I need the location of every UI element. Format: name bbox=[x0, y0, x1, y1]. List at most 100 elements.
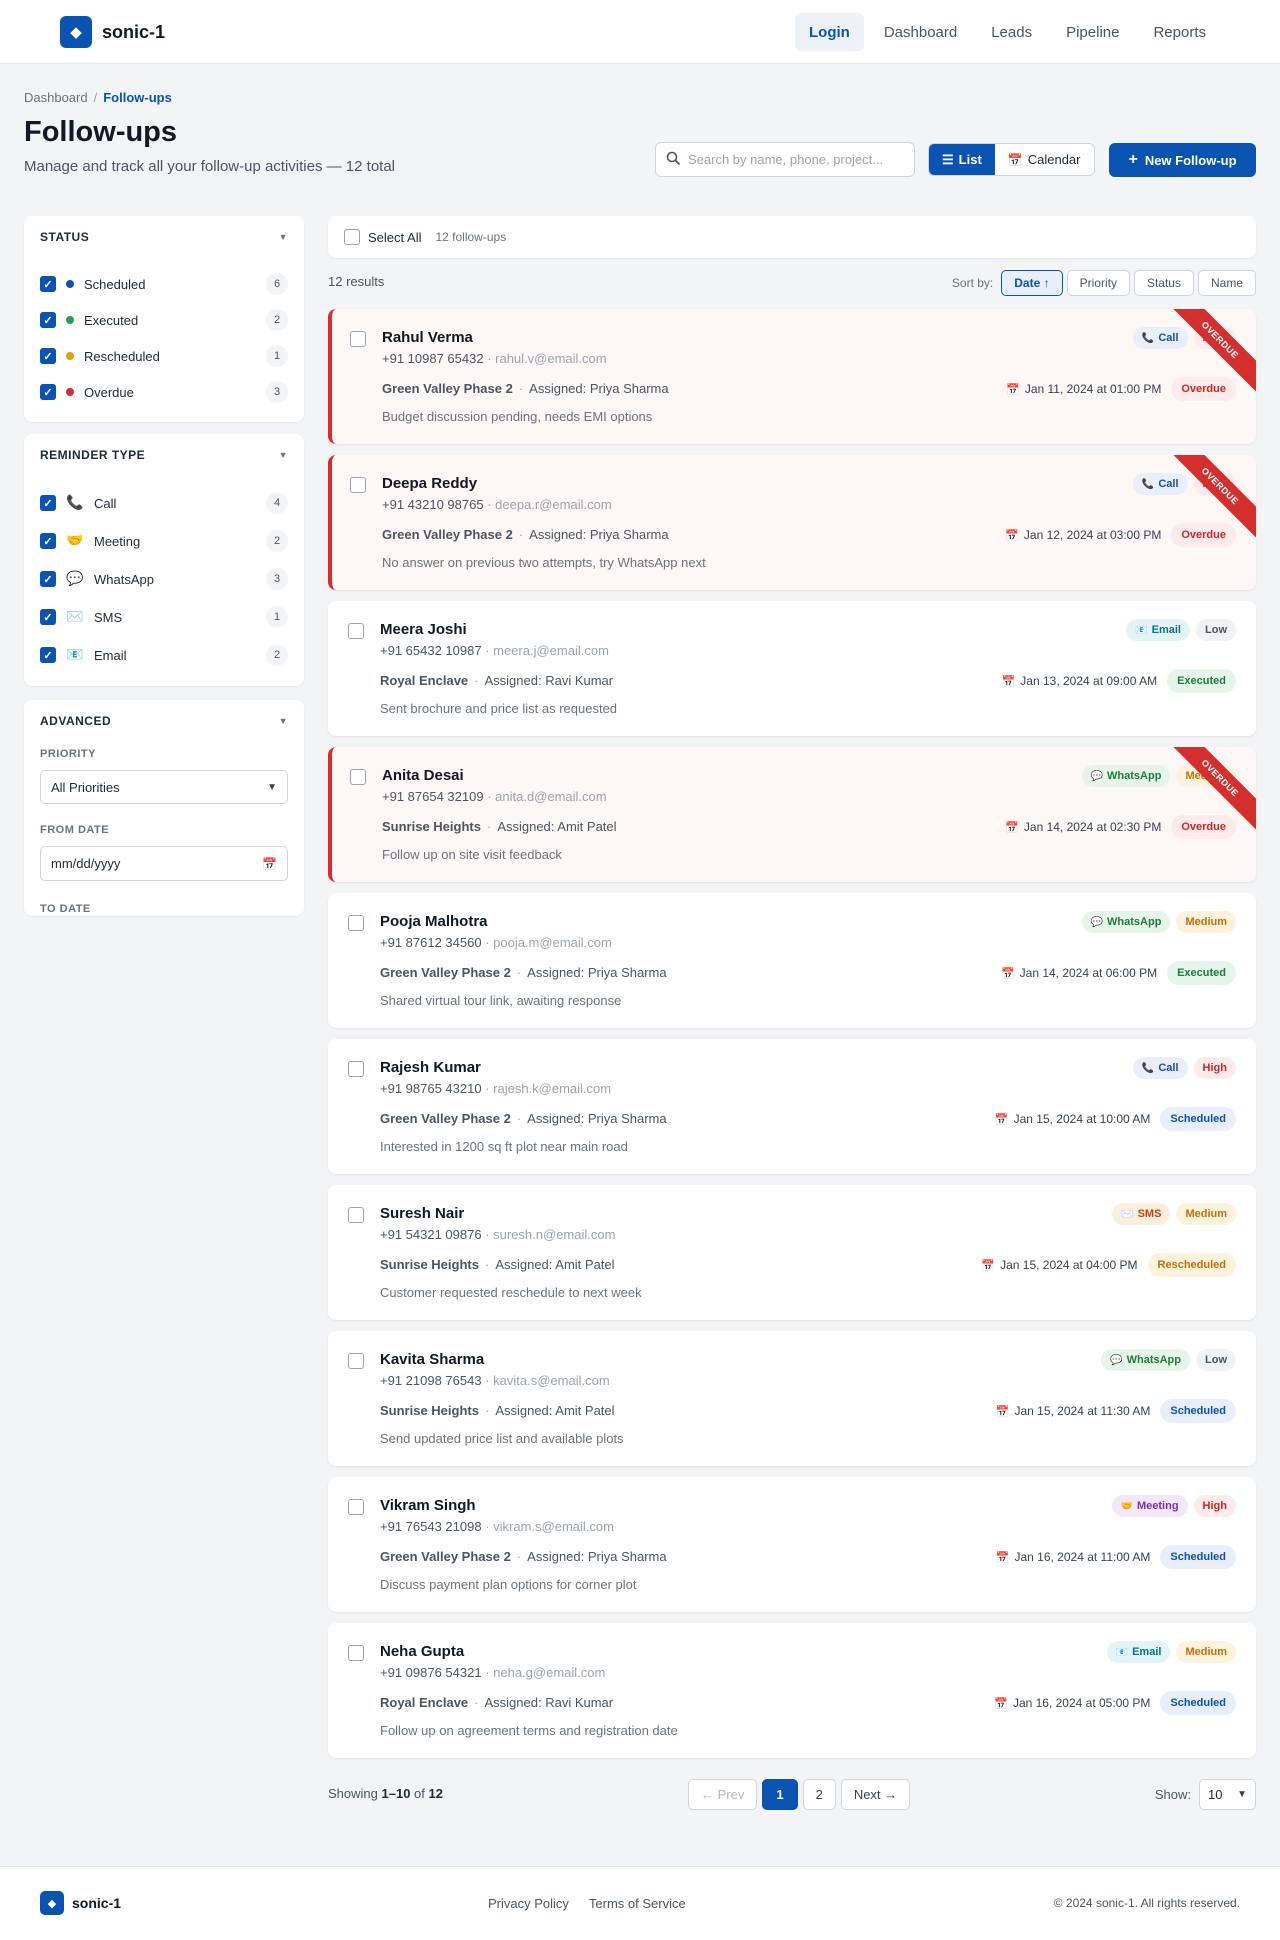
checkbox-checked-icon[interactable]: ✓ bbox=[40, 384, 56, 400]
from-date-label: FROM DATE bbox=[40, 824, 110, 836]
card-tags: 📧 Email Low bbox=[1126, 619, 1236, 641]
calendar-icon: 📅 bbox=[1006, 382, 1020, 396]
checkbox-checked-icon[interactable]: ✓ bbox=[40, 348, 56, 364]
page-size-select[interactable]: 10 ▼ bbox=[1199, 1779, 1256, 1810]
status-filter-panel: STATUS ▼ ✓ Scheduled 6 ✓ Executed 2 ✓ Re… bbox=[24, 216, 304, 422]
page-title: Follow-ups bbox=[24, 116, 178, 148]
calendar-icon: 📅 bbox=[1005, 528, 1019, 542]
filter-status-overdue[interactable]: ✓ Overdue 3 bbox=[24, 374, 304, 410]
from-date-placeholder: mm/dd/yyyy bbox=[51, 856, 121, 871]
status-filter-header[interactable]: STATUS ▼ bbox=[24, 216, 304, 258]
logo-icon: ◆ bbox=[40, 1891, 64, 1915]
calendar-icon: 📅 bbox=[981, 1258, 996, 1272]
nav-dashboard[interactable]: Dashboard bbox=[870, 13, 971, 51]
card-tags: 🤝 Meeting High bbox=[1111, 1495, 1236, 1517]
followup-card[interactable]: Pooja Malhotra +91 87612 34560 · pooja.m… bbox=[328, 893, 1256, 1028]
filter-status-rescheduled[interactable]: ✓ Rescheduled 1 bbox=[24, 338, 304, 374]
sort-name-button[interactable]: Name bbox=[1197, 270, 1256, 296]
card-checkbox[interactable] bbox=[348, 915, 364, 931]
advanced-filter-header[interactable]: ADVANCED ▼ bbox=[24, 700, 304, 742]
checkbox-checked-icon[interactable]: ✓ bbox=[40, 276, 56, 292]
checkbox-checked-icon[interactable]: ✓ bbox=[40, 312, 56, 328]
followup-card[interactable]: Meera Joshi +91 65432 10987 · meera.j@em… bbox=[328, 601, 1256, 736]
privacy-policy-link[interactable]: Privacy Policy bbox=[488, 1896, 569, 1911]
project-name: Sunrise Heights bbox=[380, 1403, 479, 1418]
followup-card[interactable]: Rajesh Kumar +91 98765 43210 · rajesh.k@… bbox=[328, 1039, 1256, 1174]
contact-info: +91 43210 98765 · deepa.r@email.com bbox=[382, 497, 612, 512]
nav-login[interactable]: Login bbox=[795, 13, 864, 51]
filter-label: Scheduled bbox=[84, 276, 146, 292]
breadcrumb-dashboard[interactable]: Dashboard bbox=[24, 90, 88, 105]
priority-select[interactable]: All Priorities ▼ bbox=[40, 770, 288, 804]
card-checkbox[interactable] bbox=[350, 331, 366, 347]
followup-card[interactable]: Deepa Reddy +91 43210 98765 · deepa.r@em… bbox=[328, 455, 1256, 590]
card-checkbox[interactable] bbox=[350, 477, 366, 493]
followup-card[interactable]: Rahul Verma +91 10987 65432 · rahul.v@em… bbox=[328, 309, 1256, 444]
page-button-1[interactable]: 1 bbox=[762, 1779, 798, 1810]
next-page-button[interactable]: Next → bbox=[840, 1779, 911, 1810]
prev-page-button[interactable]: ← Prev bbox=[688, 1779, 758, 1810]
top-navbar: ◆ sonic-1 Login Dashboard Leads Pipeline… bbox=[0, 0, 1280, 64]
new-followup-button[interactable]: + New Follow-up bbox=[1109, 143, 1256, 177]
followup-card[interactable]: Vikram Singh +91 76543 21098 · vikram.s@… bbox=[328, 1477, 1256, 1612]
sort-status-button[interactable]: Status bbox=[1133, 270, 1194, 296]
sort-priority-button[interactable]: Priority bbox=[1066, 270, 1130, 296]
filter-status-executed[interactable]: ✓ Executed 2 bbox=[24, 302, 304, 338]
priority-badge: High bbox=[1193, 1495, 1236, 1517]
terms-of-service-link[interactable]: Terms of Service bbox=[589, 1896, 686, 1911]
from-date-input[interactable]: mm/dd/yyyy 📅 bbox=[40, 846, 288, 881]
filter-type-call[interactable]: ✓ 📞 Call 4 bbox=[24, 484, 304, 522]
filter-type-email[interactable]: ✓ 📧 Email 2 bbox=[24, 636, 304, 674]
card-checkbox[interactable] bbox=[348, 1353, 364, 1369]
breadcrumb-separator: / bbox=[93, 90, 98, 105]
project-info: Royal Enclave · Assigned: Ravi Kumar bbox=[380, 1695, 614, 1710]
search-box bbox=[655, 142, 915, 177]
project-name: Green Valley Phase 2 bbox=[382, 527, 513, 542]
schedule-info: 📅 Jan 15, 2024 at 10:00 AM Scheduled bbox=[995, 1107, 1236, 1131]
search-input[interactable] bbox=[688, 152, 888, 167]
status-badge: Rescheduled bbox=[1147, 1253, 1236, 1277]
filter-type-whatsapp[interactable]: ✓ 💬 WhatsApp 3 bbox=[24, 560, 304, 598]
phone-icon: 📞 bbox=[1141, 332, 1155, 344]
followup-card[interactable]: Neha Gupta +91 09876 54321 · neha.g@emai… bbox=[328, 1623, 1256, 1758]
select-all-label[interactable]: Select All bbox=[368, 230, 421, 245]
status-filter-title: STATUS bbox=[40, 230, 90, 244]
followup-card[interactable]: Kavita Sharma +91 21098 76543 · kavita.s… bbox=[328, 1331, 1256, 1466]
sort-date-button[interactable]: Date ↑ bbox=[1001, 270, 1063, 296]
card-checkbox[interactable] bbox=[348, 1061, 364, 1077]
nav-leads[interactable]: Leads bbox=[977, 13, 1046, 51]
contact-name: Deepa Reddy bbox=[382, 475, 478, 492]
calendar-icon: 📅 bbox=[994, 1112, 1009, 1126]
filter-type-meeting[interactable]: ✓ 🤝 Meeting 2 bbox=[24, 522, 304, 560]
list-view-label: List bbox=[958, 152, 982, 167]
card-checkbox[interactable] bbox=[348, 1499, 364, 1515]
brand[interactable]: ◆ sonic-1 bbox=[60, 16, 165, 48]
card-checkbox[interactable] bbox=[348, 1645, 364, 1661]
card-checkbox[interactable] bbox=[348, 623, 364, 639]
filter-type-sms[interactable]: ✓ ✉️ SMS 1 bbox=[24, 598, 304, 636]
checkbox-checked-icon[interactable]: ✓ bbox=[40, 609, 56, 625]
checkbox-checked-icon[interactable]: ✓ bbox=[40, 571, 56, 587]
contact-phone: +91 98765 43210 bbox=[380, 1081, 482, 1096]
filter-label: Rescheduled bbox=[84, 348, 160, 364]
calendar-icon[interactable]: 📅 bbox=[262, 857, 277, 871]
select-all-checkbox[interactable] bbox=[344, 229, 360, 245]
footer-brand[interactable]: ◆ sonic-1 bbox=[40, 1891, 121, 1915]
checkbox-checked-icon[interactable]: ✓ bbox=[40, 647, 56, 663]
checkbox-checked-icon[interactable]: ✓ bbox=[40, 495, 56, 511]
nav-pipeline[interactable]: Pipeline bbox=[1052, 13, 1133, 51]
filter-label: Meeting bbox=[94, 533, 141, 549]
reminder-type-filter-header[interactable]: REMINDER TYPE ▼ bbox=[24, 434, 304, 476]
followup-card[interactable]: Anita Desai +91 87654 32109 · anita.d@em… bbox=[328, 747, 1256, 882]
card-checkbox[interactable] bbox=[348, 1207, 364, 1223]
followup-card[interactable]: Suresh Nair +91 54321 09876 · suresh.n@e… bbox=[328, 1185, 1256, 1320]
checkbox-checked-icon[interactable]: ✓ bbox=[40, 533, 56, 549]
followup-datetime: 📅 Jan 13, 2024 at 09:00 AM bbox=[1001, 674, 1158, 688]
list-view-button[interactable]: ☰ List bbox=[929, 144, 995, 175]
channel-badge: 💬 WhatsApp bbox=[1101, 1349, 1190, 1371]
calendar-view-button[interactable]: 📅 Calendar bbox=[995, 144, 1094, 175]
nav-reports[interactable]: Reports bbox=[1139, 13, 1220, 51]
filter-status-scheduled[interactable]: ✓ Scheduled 6 bbox=[24, 266, 304, 302]
card-checkbox[interactable] bbox=[350, 769, 366, 785]
page-button-2[interactable]: 2 bbox=[802, 1779, 836, 1810]
